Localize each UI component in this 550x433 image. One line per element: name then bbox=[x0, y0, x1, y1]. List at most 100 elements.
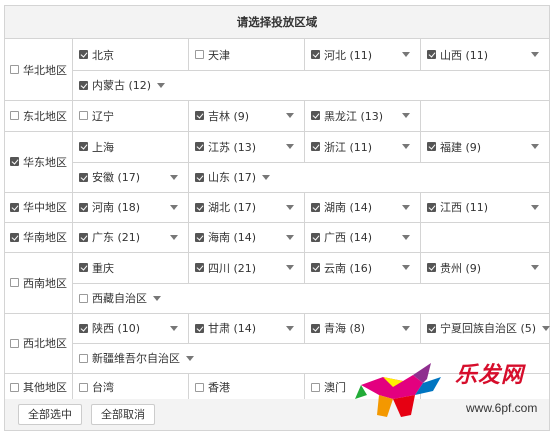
province-option[interactable]: 广东 (21) bbox=[73, 222, 189, 252]
province-checkbox[interactable] bbox=[79, 293, 88, 303]
province-option[interactable]: 陕西 (10) bbox=[73, 313, 189, 343]
province-option[interactable]: 西藏自治区 bbox=[73, 283, 161, 313]
region-checkbox-label[interactable]: 其他地区 bbox=[5, 373, 73, 401]
chevron-down-icon[interactable] bbox=[286, 144, 294, 149]
chevron-down-icon[interactable] bbox=[402, 234, 410, 240]
province-option[interactable]: 辽宁 bbox=[73, 100, 189, 131]
region-checkbox-label[interactable]: 华北地区 bbox=[5, 39, 73, 100]
province-checkbox[interactable] bbox=[427, 142, 436, 151]
province-option[interactable]: 广西 (14) bbox=[305, 222, 421, 252]
chevron-down-icon[interactable] bbox=[531, 265, 539, 270]
province-option[interactable]: 上海 bbox=[73, 131, 189, 162]
province-checkbox[interactable] bbox=[79, 323, 88, 333]
province-option[interactable]: 江苏 (13) bbox=[189, 131, 305, 162]
province-checkbox[interactable] bbox=[79, 382, 88, 392]
province-checkbox[interactable] bbox=[311, 323, 320, 333]
chevron-down-icon[interactable] bbox=[531, 52, 539, 57]
province-option[interactable]: 山西 (11) bbox=[421, 39, 549, 70]
province-checkbox[interactable] bbox=[195, 232, 204, 242]
region-checkbox-label[interactable]: 华中地区 bbox=[5, 192, 73, 222]
chevron-down-icon[interactable] bbox=[402, 325, 410, 331]
province-checkbox[interactable] bbox=[79, 111, 88, 120]
province-checkbox[interactable] bbox=[195, 172, 204, 182]
chevron-down-icon[interactable] bbox=[170, 204, 178, 210]
region-checkbox[interactable] bbox=[10, 338, 19, 348]
chevron-down-icon[interactable] bbox=[286, 204, 294, 210]
province-checkbox[interactable] bbox=[195, 263, 204, 272]
province-checkbox[interactable] bbox=[311, 50, 320, 59]
chevron-down-icon[interactable] bbox=[286, 325, 294, 331]
province-checkbox[interactable] bbox=[195, 111, 204, 120]
province-checkbox[interactable] bbox=[427, 50, 436, 59]
province-option[interactable]: 青海 (8) bbox=[305, 313, 421, 343]
region-checkbox[interactable] bbox=[10, 65, 19, 74]
province-checkbox[interactable] bbox=[79, 263, 88, 272]
chevron-down-icon[interactable] bbox=[153, 295, 161, 301]
chevron-down-icon[interactable] bbox=[170, 325, 178, 331]
province-option[interactable]: 甘肃 (14) bbox=[189, 313, 305, 343]
region-checkbox[interactable] bbox=[10, 382, 19, 392]
province-option[interactable]: 安徽 (17) bbox=[73, 162, 189, 192]
region-checkbox[interactable] bbox=[10, 157, 19, 166]
chevron-down-icon[interactable] bbox=[170, 174, 178, 180]
province-option[interactable]: 贵州 (9) bbox=[421, 252, 549, 283]
province-checkbox[interactable] bbox=[311, 142, 320, 151]
province-option[interactable]: 四川 (21) bbox=[189, 252, 305, 283]
province-option[interactable]: 内蒙古 (12) bbox=[73, 70, 166, 100]
chevron-down-icon[interactable] bbox=[170, 234, 178, 240]
region-checkbox-label[interactable]: 西北地区 bbox=[5, 313, 73, 373]
region-checkbox-label[interactable]: 华东地区 bbox=[5, 131, 73, 192]
province-option[interactable]: 新疆维吾尔自治区 bbox=[73, 343, 194, 373]
province-checkbox[interactable] bbox=[427, 323, 436, 333]
region-checkbox-label[interactable]: 西南地区 bbox=[5, 252, 73, 313]
province-checkbox[interactable] bbox=[427, 263, 436, 272]
chevron-down-icon[interactable] bbox=[542, 325, 550, 331]
province-option[interactable]: 湖北 (17) bbox=[189, 192, 305, 222]
province-checkbox[interactable] bbox=[311, 232, 320, 242]
province-checkbox[interactable] bbox=[79, 80, 88, 90]
chevron-down-icon[interactable] bbox=[402, 113, 410, 118]
province-checkbox[interactable] bbox=[427, 202, 436, 212]
province-option[interactable]: 福建 (9) bbox=[421, 131, 549, 162]
province-checkbox[interactable] bbox=[195, 323, 204, 333]
province-option[interactable]: 吉林 (9) bbox=[189, 100, 305, 131]
province-checkbox[interactable] bbox=[195, 142, 204, 151]
chevron-down-icon[interactable] bbox=[262, 174, 271, 180]
chevron-down-icon[interactable] bbox=[402, 144, 410, 149]
province-checkbox[interactable] bbox=[311, 263, 320, 272]
province-option[interactable]: 云南 (16) bbox=[305, 252, 421, 283]
province-option[interactable]: 湖南 (14) bbox=[305, 192, 421, 222]
province-option[interactable]: 海南 (14) bbox=[189, 222, 305, 252]
chevron-down-icon[interactable] bbox=[531, 204, 539, 210]
province-option[interactable]: 天津 bbox=[189, 39, 305, 70]
select-all-button[interactable]: 全部选中 bbox=[18, 404, 82, 425]
region-checkbox-label[interactable]: 华南地区 bbox=[5, 222, 73, 252]
province-option[interactable]: 重庆 bbox=[73, 252, 189, 283]
province-checkbox[interactable] bbox=[195, 202, 204, 212]
province-checkbox[interactable] bbox=[79, 232, 88, 242]
chevron-down-icon[interactable] bbox=[286, 113, 294, 118]
province-checkbox[interactable] bbox=[79, 202, 88, 212]
province-option[interactable]: 香港 bbox=[189, 373, 305, 401]
chevron-down-icon[interactable] bbox=[402, 204, 410, 210]
chevron-down-icon[interactable] bbox=[531, 144, 539, 149]
province-checkbox[interactable] bbox=[79, 353, 88, 363]
province-option[interactable]: 河南 (18) bbox=[73, 192, 189, 222]
province-checkbox[interactable] bbox=[311, 111, 320, 120]
region-checkbox[interactable] bbox=[10, 202, 19, 212]
chevron-down-icon[interactable] bbox=[286, 265, 294, 270]
province-option[interactable]: 河北 (11) bbox=[305, 39, 421, 70]
region-checkbox[interactable] bbox=[10, 232, 19, 242]
province-option[interactable]: 山东 (17) bbox=[189, 162, 271, 192]
province-checkbox[interactable] bbox=[195, 382, 204, 392]
province-checkbox[interactable] bbox=[311, 382, 320, 392]
province-option[interactable]: 黑龙江 (13) bbox=[305, 100, 421, 131]
region-checkbox[interactable] bbox=[10, 111, 19, 120]
province-checkbox[interactable] bbox=[79, 142, 88, 151]
province-checkbox[interactable] bbox=[79, 50, 88, 59]
province-checkbox[interactable] bbox=[311, 202, 320, 212]
chevron-down-icon[interactable] bbox=[286, 234, 294, 240]
chevron-down-icon[interactable] bbox=[186, 355, 194, 361]
province-checkbox[interactable] bbox=[195, 50, 204, 59]
province-option[interactable]: 台湾 bbox=[73, 373, 189, 401]
